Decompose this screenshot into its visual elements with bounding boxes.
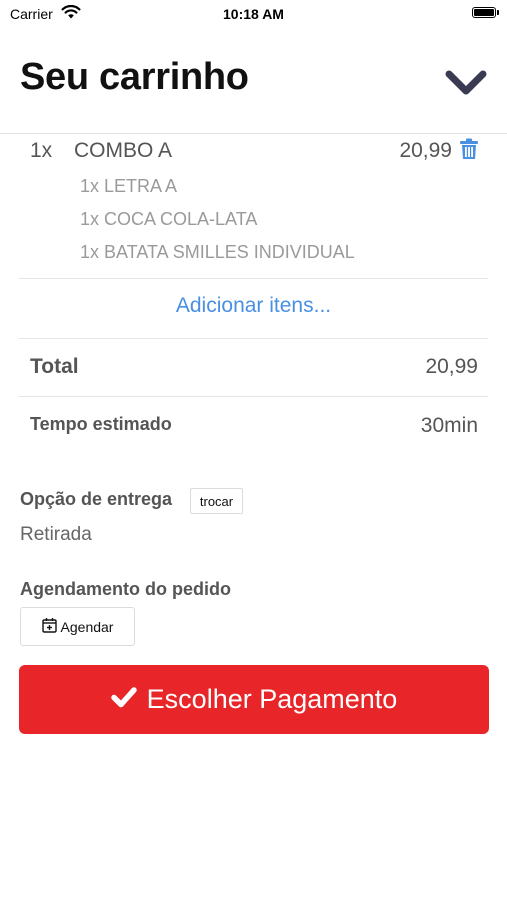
delivery-option-label: Opção de entrega	[20, 489, 173, 509]
item-name: COMBO A	[74, 139, 173, 162]
change-delivery-button[interactable]: trocar	[190, 488, 243, 514]
calendar-plus-icon	[41, 617, 57, 636]
trash-icon[interactable]	[459, 138, 479, 160]
item-component: 1x COCA COLA-LATA	[80, 209, 258, 229]
total-label: Total	[30, 355, 79, 378]
page-title: Seu carrinho	[20, 56, 249, 98]
item-price: 20,99	[399, 139, 452, 162]
total-value: 20,99	[425, 355, 478, 378]
schedule-label: Agendamento do pedido	[20, 579, 231, 599]
chevron-down-icon[interactable]	[443, 66, 489, 100]
item-quantity: 1x	[30, 139, 53, 162]
header-divider	[0, 133, 507, 134]
estimated-time-value: 30min	[420, 414, 478, 437]
status-time: 10:18 AM	[223, 6, 284, 22]
divider	[19, 278, 488, 279]
divider	[19, 338, 488, 339]
delivery-option-value: Retirada	[20, 524, 92, 545]
estimated-time-label: Tempo estimado	[30, 414, 172, 434]
schedule-button[interactable]: Agendar	[20, 607, 135, 646]
battery-icon	[472, 7, 496, 18]
choose-payment-label: Escolher Pagamento	[146, 684, 398, 714]
choose-payment-button[interactable]: Escolher Pagamento	[19, 665, 489, 734]
schedule-button-label: Agendar	[60, 618, 114, 635]
status-bar: Carrier 10:18 AM	[0, 0, 507, 28]
item-component: 1x LETRA A	[80, 176, 178, 196]
item-component: 1x BATATA SMILLES INDIVIDUAL	[80, 242, 355, 262]
add-items-link[interactable]: Adicionar itens...	[0, 294, 507, 318]
battery-tip	[497, 10, 499, 15]
check-icon	[110, 684, 137, 715]
divider	[19, 396, 488, 397]
